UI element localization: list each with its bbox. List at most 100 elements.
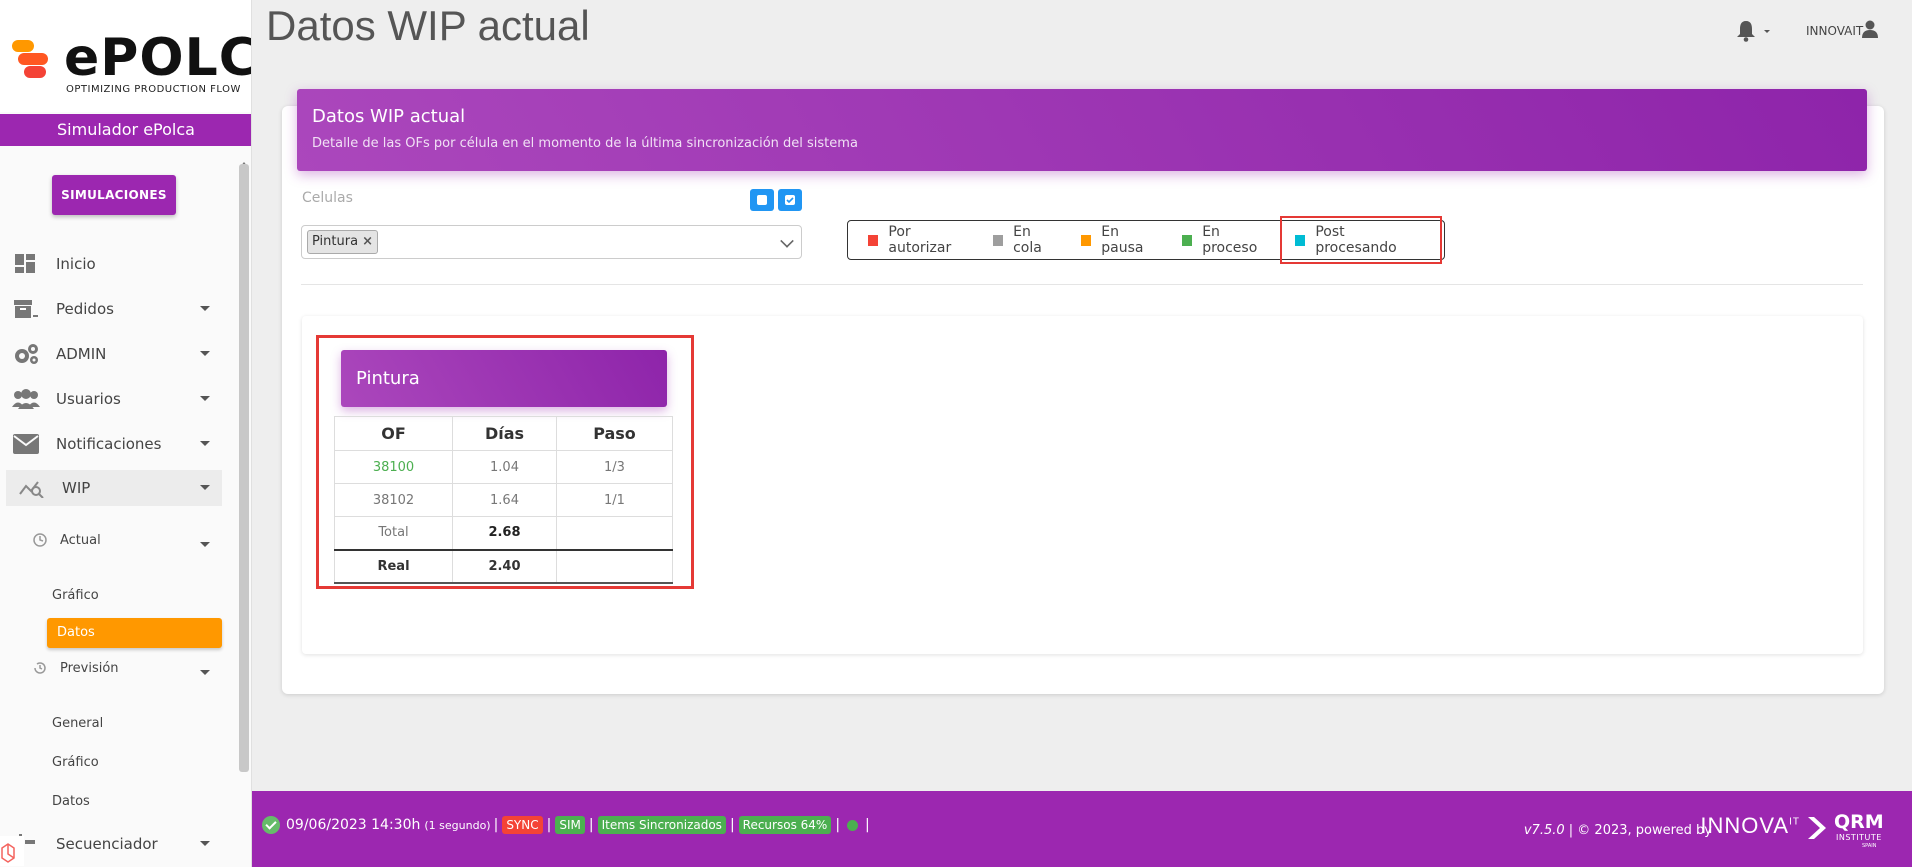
- legend-label: En proceso: [1202, 224, 1258, 256]
- legend-swatch-orange: [1080, 234, 1092, 246]
- status-dot-icon: [847, 819, 859, 831]
- chevron-down-icon[interactable]: [780, 234, 794, 248]
- deselect-all-button[interactable]: [750, 189, 774, 211]
- user-icon[interactable]: [1862, 20, 1878, 38]
- sidebar-item-wip[interactable]: WIP: [6, 468, 222, 508]
- epolca-logo-icon: [12, 40, 56, 80]
- legend-item: En proceso: [1181, 224, 1275, 256]
- highlight-box: [1280, 216, 1442, 264]
- legend-label: En cola: [1013, 224, 1042, 256]
- sim-badge[interactable]: SIM: [555, 816, 585, 834]
- card-subtitle: Detalle de las OFs por célula en el mome…: [312, 136, 858, 151]
- check-circle-icon: [262, 816, 280, 834]
- checkbox-checked-icon: [785, 195, 795, 205]
- brand-name: ePOLCA: [64, 28, 251, 88]
- sidebar-item-label: Secuenciador: [56, 835, 158, 853]
- sidebar-item-prevision-grafico[interactable]: Gráfico: [52, 755, 99, 770]
- legend-label: En pausa: [1101, 224, 1144, 256]
- legend-swatch-grey: [992, 234, 1004, 246]
- history-icon: [32, 657, 48, 679]
- user-name[interactable]: INNOVAIT: [1806, 24, 1863, 38]
- sidebar-item-notificaciones[interactable]: Notificaciones: [0, 424, 222, 464]
- chip-remove-icon[interactable]: ×: [362, 231, 373, 253]
- sidebar-item-actual-datos[interactable]: Datos: [47, 618, 222, 648]
- chevron-down-icon: [200, 396, 210, 401]
- legend-swatch-green: [1181, 234, 1193, 246]
- simulations-button[interactable]: SIMULACIONES: [52, 175, 176, 215]
- separator: |: [835, 817, 841, 833]
- celulas-label: Celulas: [302, 190, 353, 206]
- gears-icon: [12, 343, 40, 365]
- checkbox-empty-icon: [757, 195, 767, 205]
- qrm-subtext: INSTITUTE: [1836, 833, 1882, 842]
- separator: |: [493, 817, 499, 833]
- items-synced-badge[interactable]: Items Sincronizados: [597, 816, 726, 834]
- celulas-select[interactable]: Pintura ×: [301, 225, 802, 259]
- sync-interval: (1 segundo): [424, 818, 491, 832]
- sidebar-item-prevision-general[interactable]: General: [52, 716, 103, 731]
- sidebar-item-label: WIP: [62, 479, 91, 497]
- qrm-country: SPAIN: [1862, 843, 1877, 849]
- page-title: Datos WIP actual: [266, 2, 590, 49]
- footer: 09/06/2023 14:30h (1 segundo) | SYNC | S…: [252, 791, 1912, 867]
- sidebar-scrollbar[interactable]: [239, 164, 249, 772]
- sidebar-item-label: Inicio: [56, 255, 96, 273]
- sidebar: ePOLCA OPTIMIZING PRODUCTION FLOW Simula…: [0, 0, 252, 867]
- sidebar-item-prevision-datos[interactable]: Datos: [52, 794, 90, 809]
- legend-item: Por autorizar: [868, 224, 973, 256]
- sidebar-item-pedidos[interactable]: Pedidos: [0, 289, 222, 329]
- chevron-down-icon: [200, 841, 210, 846]
- sidebar-item-label: Actual: [60, 532, 101, 548]
- chip-label: Pintura: [312, 234, 359, 249]
- resources-badge[interactable]: Recursos 64%: [738, 816, 832, 834]
- version: v7.5.0: [1523, 823, 1565, 838]
- sidebar-item-prevision[interactable]: Previsión: [28, 648, 222, 688]
- qrm-logo[interactable]: QRM INSTITUTE SPAIN: [1806, 811, 1892, 851]
- separator: |: [729, 817, 735, 833]
- laravel-icon: [0, 836, 24, 866]
- separator: |: [865, 817, 870, 833]
- card-title: Datos WIP actual: [312, 106, 466, 127]
- innova-sup: IT: [1789, 816, 1800, 828]
- divider: [301, 284, 1863, 285]
- qrm-mark-icon: [1808, 817, 1826, 839]
- chevron-down-icon[interactable]: [1764, 30, 1770, 33]
- sidebar-item-label: Usuarios: [56, 390, 121, 408]
- selected-cell-chip: Pintura ×: [307, 230, 378, 254]
- sidebar-item-usuarios[interactable]: Usuarios: [0, 379, 222, 419]
- select-all-button[interactable]: [778, 189, 802, 211]
- sidebar-item-label: ADMIN: [56, 345, 107, 363]
- brand-logo[interactable]: ePOLCA OPTIMIZING PRODUCTION FLOW: [0, 0, 251, 112]
- simulator-label: Simulador ePolca: [0, 114, 251, 146]
- qrm-text: QRM: [1834, 811, 1884, 833]
- sidebar-item-actual-grafico[interactable]: Gráfico: [52, 588, 99, 603]
- clock-icon: [32, 529, 48, 551]
- chevron-down-icon: [200, 670, 210, 675]
- sidebar-item-label: Notificaciones: [56, 435, 162, 453]
- innova-text: INNOVA: [1700, 813, 1790, 838]
- sidebar-item-secuenciador[interactable]: Secuenciador: [0, 824, 222, 864]
- separator: |: [546, 817, 552, 833]
- sidebar-item-admin[interactable]: ADMIN: [0, 334, 222, 374]
- separator: |: [588, 817, 594, 833]
- card-header: Datos WIP actual Detalle de las OFs por …: [297, 89, 1867, 171]
- sidebar-item-inicio[interactable]: Inicio: [0, 244, 222, 284]
- legend-swatch-red: [868, 234, 879, 246]
- chevron-down-icon: [200, 441, 210, 446]
- chevron-down-icon: [200, 351, 210, 356]
- sidebar-item-label: Pedidos: [56, 300, 114, 318]
- legend-item: En pausa: [1080, 224, 1162, 256]
- bell-icon[interactable]: [1736, 20, 1756, 42]
- chevron-down-icon: [200, 542, 210, 547]
- legend-label: Por autorizar: [888, 224, 952, 256]
- innova-logo[interactable]: INNOVAIT: [1700, 813, 1800, 839]
- sync-status: 09/06/2023 14:30h (1 segundo) | SYNC | S…: [262, 813, 873, 837]
- highlight-box: [316, 335, 694, 589]
- copyright: v7.5.0 | © 2023, powered by: [1524, 823, 1712, 838]
- envelope-icon: [12, 433, 40, 455]
- sync-badge[interactable]: SYNC: [502, 816, 543, 834]
- sidebar-item-actual[interactable]: Actual: [28, 520, 222, 560]
- archive-box-icon: [12, 298, 40, 320]
- legend-item: En cola: [992, 224, 1061, 256]
- copyright-text: | © 2023, powered by: [1568, 823, 1712, 838]
